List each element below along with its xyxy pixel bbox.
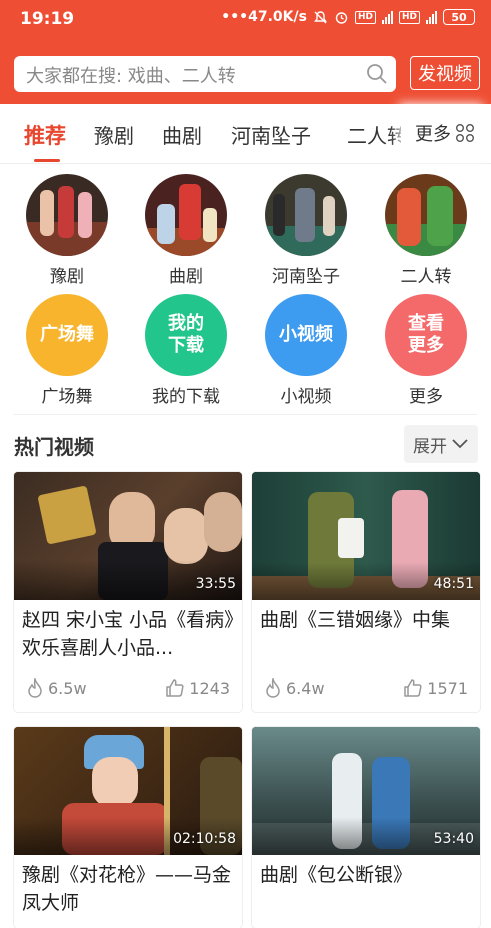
tab-quju[interactable]: 曲剧: [162, 120, 202, 149]
signal-icon: [381, 10, 393, 24]
video-title: 曲剧《三错姻缘》中集: [260, 609, 451, 631]
category-label: 豫剧: [50, 267, 84, 287]
download-icon: 我的 下载: [145, 294, 227, 376]
more-icon: 查看 更多: [385, 294, 467, 376]
video-thumbnail: 53:40: [252, 727, 480, 855]
chevron-down-icon: [452, 439, 468, 449]
video-stats: 6.4w 1571: [252, 678, 480, 700]
category-tabs: 推荐 豫剧 曲剧 河南坠子 二人转 更多: [0, 104, 491, 164]
signal-icon-2: [426, 10, 437, 24]
video-duration: 02:10:58: [173, 831, 236, 847]
grid-icon: [456, 124, 474, 142]
category-more[interactable]: 查看 更多 更多: [371, 294, 481, 407]
search-input[interactable]: 大家都在搜: 戏曲、二人转: [14, 56, 396, 92]
view-count: 6.5w: [26, 678, 87, 698]
battery-icon: 50: [443, 9, 475, 25]
category-label: 我的下载: [152, 387, 220, 407]
video-duration: 33:55: [195, 576, 236, 592]
view-count: 6.4w: [264, 678, 325, 698]
errenzhuan-avatar: [385, 174, 467, 256]
square-dance-icon: 广场舞: [26, 294, 108, 376]
video-duration: 53:40: [433, 831, 474, 847]
like-count[interactable]: 1243: [165, 678, 230, 698]
video-thumbnail: 02:10:58: [14, 727, 242, 855]
yuju-avatar: [26, 174, 108, 256]
category-yuju[interactable]: 豫剧: [12, 174, 122, 287]
search-icon[interactable]: [366, 63, 388, 85]
video-title: 赵四 宋小宝 小品《看病》欢乐喜剧人小品...: [22, 609, 234, 659]
hd-icon: HD: [354, 10, 376, 24]
like-count[interactable]: 1571: [403, 678, 468, 698]
tab-yuju[interactable]: 豫剧: [94, 120, 134, 149]
category-quju[interactable]: 曲剧: [131, 174, 241, 287]
short-video-icon: 小视频: [265, 294, 347, 376]
category-label: 更多: [409, 387, 443, 407]
video-duration: 48:51: [433, 576, 474, 592]
video-thumbnail: 33:55: [14, 472, 242, 600]
category-label: 广场舞: [41, 387, 93, 407]
hot-videos-title: 热门视频: [14, 435, 94, 459]
video-card[interactable]: 53:40 曲剧《包公断银》: [252, 727, 480, 928]
video-title: 豫剧《对花枪》——马金凤大师: [22, 864, 232, 914]
video-card[interactable]: 02:10:58 豫剧《对花枪》——马金凤大师: [14, 727, 242, 928]
category-label: 曲剧: [169, 267, 203, 287]
category-label: 小视频: [280, 387, 332, 407]
video-card[interactable]: 48:51 曲剧《三错姻缘》中集 6.4w 1571: [252, 472, 480, 712]
expand-label: 展开: [413, 436, 447, 457]
network-speed: •••47.0K/s: [221, 9, 307, 25]
more-tabs-label: 更多: [415, 124, 451, 145]
tab-indicator: [34, 159, 60, 162]
post-video-button[interactable]: 发视频: [410, 56, 480, 90]
category-label: 二人转: [400, 267, 452, 287]
status-icons: •••47.0K/s HD HD 50: [221, 9, 475, 25]
category-errenzhuan[interactable]: 二人转: [371, 174, 481, 287]
category-square-dance[interactable]: 广场舞 广场舞: [12, 294, 122, 407]
section-divider: [14, 414, 477, 415]
mute-bell-icon: [314, 10, 327, 23]
video-stats: 6.5w 1243: [14, 678, 242, 700]
search-placeholder: 大家都在搜: 戏曲、二人转: [26, 66, 236, 87]
tab-henan-zhuizi[interactable]: 河南坠子: [231, 120, 311, 149]
flame-icon: [266, 678, 280, 698]
quju-avatar: [145, 174, 227, 256]
henan-zhuizi-avatar: [265, 174, 347, 256]
tab-recommend[interactable]: 推荐: [24, 120, 66, 150]
more-tabs-button[interactable]: 更多: [407, 104, 491, 162]
category-my-downloads[interactable]: 我的 下载 我的下载: [131, 294, 241, 407]
status-bar: 19:19 •••47.0K/s HD HD 50: [0, 0, 491, 38]
tab-errenzhuan[interactable]: 二人转: [347, 120, 401, 149]
expand-button[interactable]: 展开: [404, 425, 478, 463]
video-thumbnail: 48:51: [252, 472, 480, 600]
status-time: 19:19: [20, 9, 75, 29]
category-short-video[interactable]: 小视频 小视频: [251, 294, 361, 407]
alarm-icon: [335, 11, 348, 24]
video-card[interactable]: 33:55 赵四 宋小宝 小品《看病》欢乐喜剧人小品... 6.5w 1243: [14, 472, 242, 712]
hd-icon-2: HD: [398, 10, 420, 24]
category-henan-zhuizi[interactable]: 河南坠子: [251, 174, 361, 287]
thumbs-up-icon: [404, 679, 422, 697]
app-header: 19:19 •••47.0K/s HD HD 50 大家都在搜: 戏曲、二人转 …: [0, 0, 491, 104]
thumbs-up-icon: [166, 679, 184, 697]
category-label: 河南坠子: [272, 267, 340, 287]
video-title: 曲剧《包公断银》: [260, 864, 413, 886]
flame-icon: [28, 678, 42, 698]
